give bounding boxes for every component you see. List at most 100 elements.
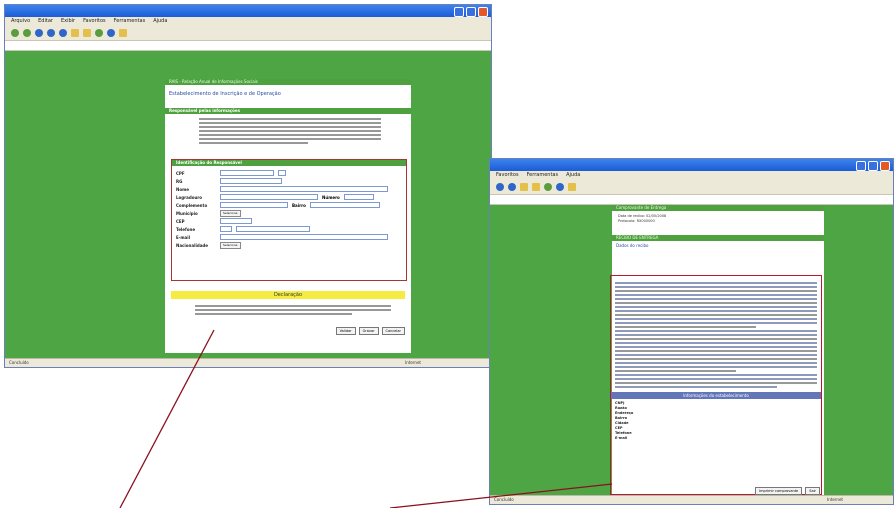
establishment-table-header: Informações do estabelecimento <box>611 392 821 399</box>
table-label: CEP <box>615 426 623 430</box>
print-receipt-button[interactable]: Imprimir comprovante <box>755 487 803 495</box>
minimize-button[interactable] <box>454 7 464 17</box>
table-label: CNPJ <box>615 401 625 405</box>
mail-icon-2[interactable] <box>556 183 564 191</box>
menu-bar-2: Favoritos Ferramentas Ajuda <box>490 171 893 180</box>
address-bar-2[interactable] <box>490 194 893 205</box>
menu-item-exibir[interactable]: Exibir <box>61 17 75 26</box>
table-label: Bairro <box>615 416 628 420</box>
table-label: Razão <box>615 406 627 410</box>
email-field[interactable] <box>220 234 388 240</box>
page-subtitle: Estabelecimento de Inscrição e de Operaç… <box>169 91 281 97</box>
responsible-form: Identificação do Responsável CPF RG Nome… <box>171 159 407 281</box>
menu-item-ferramentas-2[interactable]: Ferramentas <box>527 171 559 180</box>
menu-item-favoritos[interactable]: Favoritos <box>83 17 106 26</box>
validar-button[interactable]: Validar <box>335 327 356 335</box>
field-label-complemento: Complemento <box>176 202 208 208</box>
field-label-numero: Número <box>322 194 340 200</box>
page-viewport: RAIS - Relação Anual de Informações Soci… <box>5 51 491 358</box>
meta-value-date: 02/05/2008 <box>646 214 667 218</box>
menu-item-arquivo[interactable]: Arquivo <box>11 17 30 26</box>
field-label-cep: CEP <box>176 218 185 224</box>
history-icon[interactable] <box>95 29 103 37</box>
menu-item-editar[interactable]: Editar <box>38 17 53 26</box>
field-label-rg: RG <box>176 178 183 184</box>
stop-icon[interactable] <box>35 29 43 37</box>
search-icon[interactable] <box>71 29 79 37</box>
status-text-2: Concluído <box>494 497 514 502</box>
status-zone: Internet <box>405 360 421 365</box>
table-label: Telefone <box>615 431 632 435</box>
meta-value-protocol: RX000000 <box>636 219 655 223</box>
receipt-page: Comprovante de Entrega Data de recibo: 0… <box>610 205 824 495</box>
mail-icon[interactable] <box>107 29 115 37</box>
table-label: E-mail <box>615 436 628 440</box>
exit-button[interactable]: Sair <box>805 487 820 495</box>
municipio-select[interactable]: Selecione <box>220 209 241 217</box>
field-label-nome: Nome <box>176 186 189 192</box>
receipt-highlight-box: Informações do estabelecimento CNPJ Razã… <box>610 275 822 495</box>
title-bar-2 <box>490 159 893 171</box>
nacionalidade-select[interactable]: Selecione <box>220 241 241 249</box>
menu-item-favoritos-2[interactable]: Favoritos <box>496 171 519 180</box>
meta-label-date: Data de recibo: <box>618 214 645 218</box>
back-icon[interactable] <box>11 29 19 37</box>
page-content: RAIS - Relação Anual de Informações Soci… <box>165 79 411 353</box>
favorites-icon[interactable] <box>83 29 91 37</box>
table-label: Endereço <box>615 411 634 415</box>
toolbar-2 <box>490 180 893 194</box>
cpf-field[interactable] <box>220 170 274 176</box>
address-bar[interactable] <box>5 40 491 51</box>
meta-label-protocol: Protocolo: <box>618 219 636 223</box>
status-text: Concluído <box>9 360 29 365</box>
favorites-icon-2[interactable] <box>532 183 540 191</box>
nome-field[interactable] <box>220 186 388 192</box>
declaration-text <box>195 303 391 317</box>
minimize-button-2[interactable] <box>856 161 866 171</box>
receipt-buttons: Imprimir comprovante Sair <box>755 487 820 495</box>
print-icon-2[interactable] <box>568 183 576 191</box>
forward-icon[interactable] <box>23 29 31 37</box>
refresh-icon-2[interactable] <box>496 183 504 191</box>
print-icon[interactable] <box>119 29 127 37</box>
home-icon-2[interactable] <box>508 183 516 191</box>
bairro-field[interactable] <box>309 202 380 208</box>
complemento-field[interactable] <box>220 202 288 208</box>
close-button-2[interactable] <box>880 161 890 171</box>
maximize-button-2[interactable] <box>868 161 878 171</box>
browser-window-receipt: Favoritos Ferramentas Ajuda Comprovante … <box>489 158 894 505</box>
ddd-field[interactable] <box>220 226 232 232</box>
field-label-logradouro: Logradouro <box>176 194 203 200</box>
telefone-field[interactable] <box>236 226 310 232</box>
menu-item-ferramentas[interactable]: Ferramentas <box>114 17 146 26</box>
rg-field[interactable] <box>220 178 282 184</box>
menu-item-ajuda-2[interactable]: Ajuda <box>566 171 580 180</box>
cancelar-button[interactable]: Cancelar <box>381 327 405 335</box>
field-label-municipio: Município <box>176 210 198 216</box>
numero-field[interactable] <box>343 194 374 200</box>
home-icon[interactable] <box>59 29 67 37</box>
close-button[interactable] <box>478 7 488 17</box>
cpf-dv-field[interactable] <box>278 170 286 176</box>
refresh-icon[interactable] <box>47 29 55 37</box>
search-icon-2[interactable] <box>520 183 528 191</box>
field-label-cpf: CPF <box>176 170 185 176</box>
field-label-bairro: Bairro <box>292 202 306 208</box>
status-bar-2: Concluído Internet <box>490 495 893 504</box>
form-buttons: Validar Gravar Cancelar <box>335 327 405 335</box>
receipt-text <box>611 276 821 388</box>
maximize-button[interactable] <box>466 7 476 17</box>
status-zone-2: Internet <box>827 497 843 502</box>
browser-window-main: Arquivo Editar Exibir Favoritos Ferramen… <box>4 4 492 368</box>
logradouro-field[interactable] <box>220 194 318 200</box>
cep-field[interactable] <box>220 218 252 224</box>
section-label: Dados do recibo <box>616 243 649 248</box>
establishment-table: CNPJ Razão Endereço Bairro Cidade CEP Te… <box>611 399 821 443</box>
gravar-button[interactable]: Gravar <box>358 327 379 335</box>
history-icon-2[interactable] <box>544 183 552 191</box>
menu-item-ajuda[interactable]: Ajuda <box>153 17 167 26</box>
field-label-nacionalidade: Nacionalidade <box>176 242 208 248</box>
page-viewport-2: Comprovante de Entrega Data de recibo: 0… <box>490 205 893 495</box>
field-label-email: E-mail <box>176 234 191 240</box>
table-label: Cidade <box>615 421 629 425</box>
